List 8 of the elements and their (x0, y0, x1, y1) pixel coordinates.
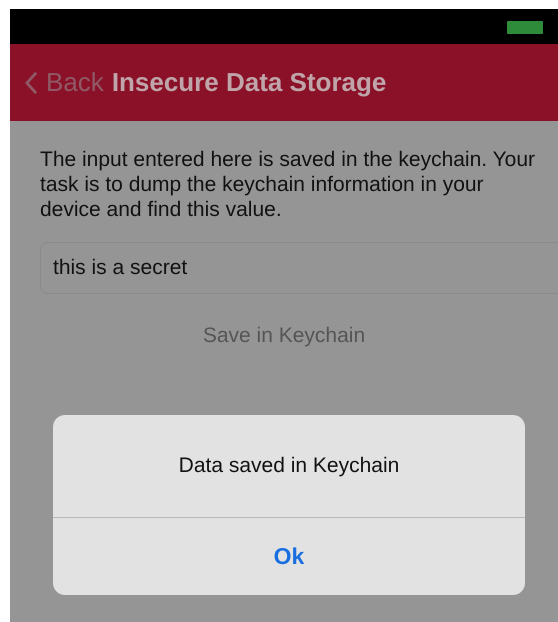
input-field[interactable]: this is a secret (40, 242, 558, 294)
description-text: The input entered here is saved in the keychain. Your task is to dump the keychain information in your device and find this value. (40, 147, 536, 222)
save-button[interactable]: Save in Keychain (194, 320, 374, 352)
nav-title: Insecure Data Storage (112, 67, 386, 98)
battery-icon (507, 21, 543, 34)
ok-button[interactable]: Ok (53, 518, 525, 595)
chevron-icon (25, 70, 38, 94)
alert-message: Data saved in Keychain (53, 415, 525, 518)
